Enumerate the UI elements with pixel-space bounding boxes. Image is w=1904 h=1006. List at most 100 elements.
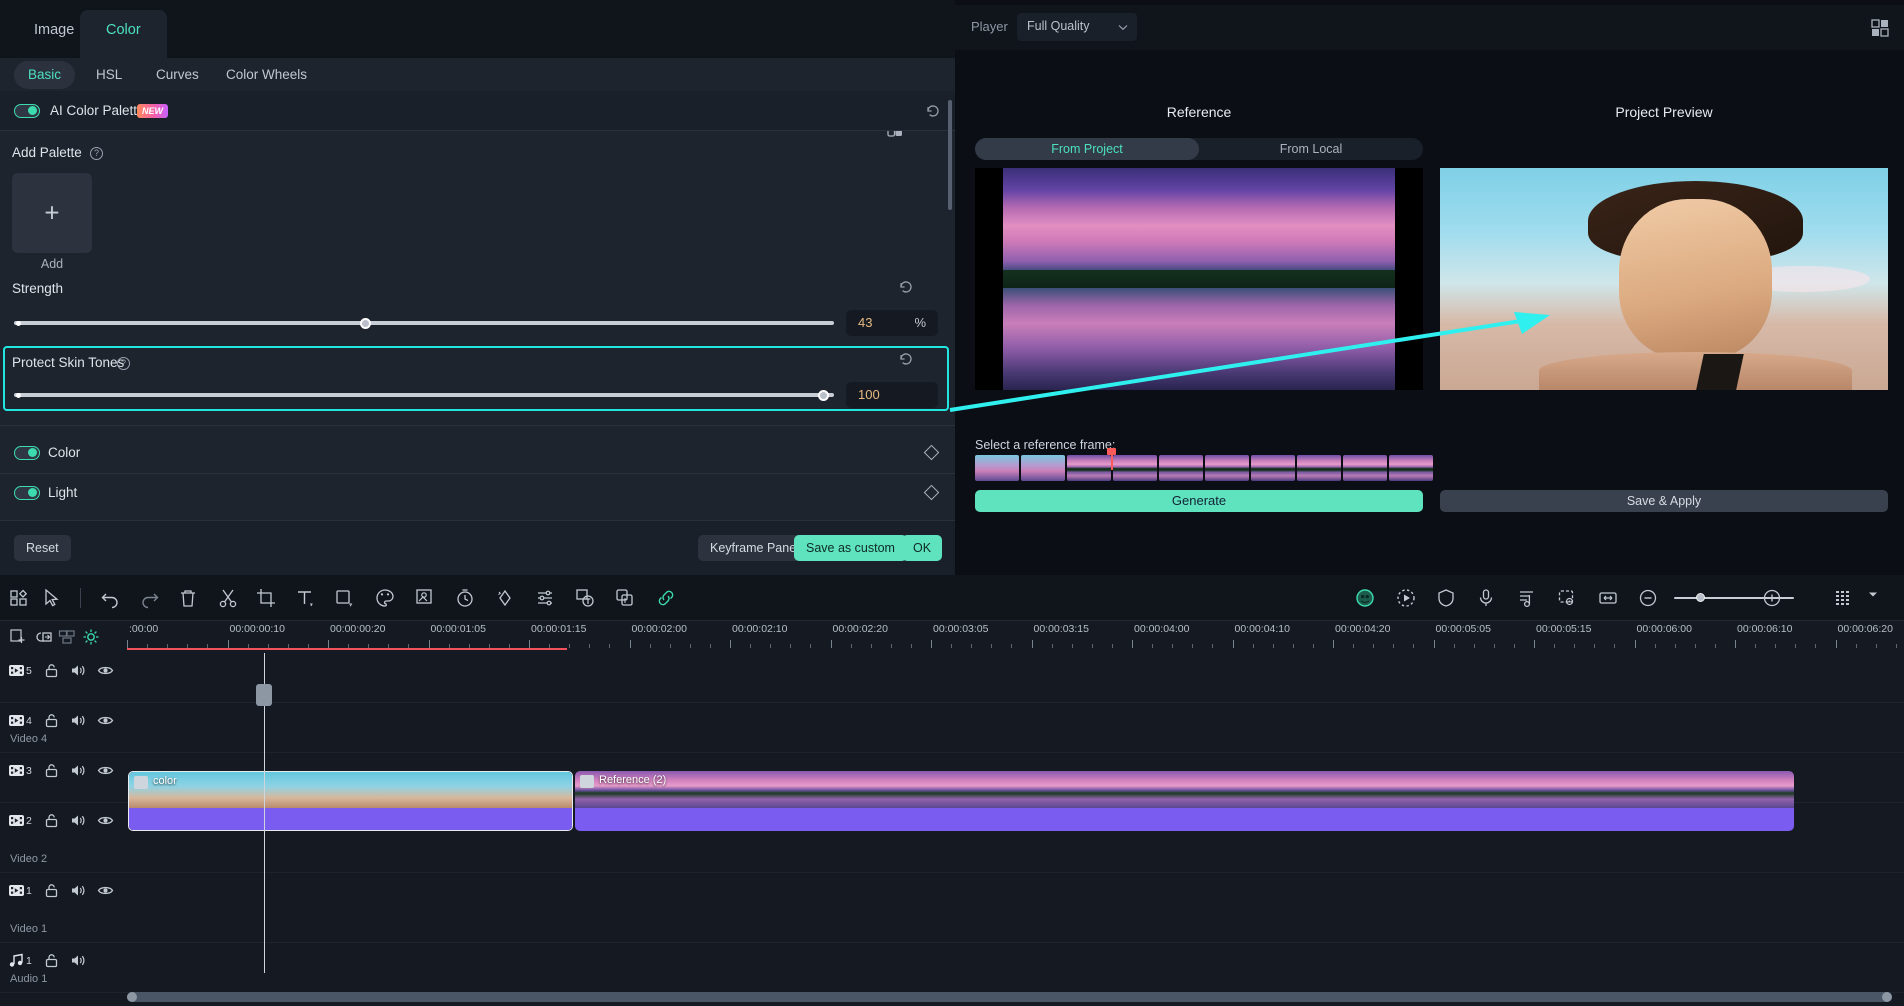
filmstrip-frame[interactable] — [1251, 455, 1295, 481]
filmstrip-frame[interactable] — [1159, 455, 1203, 481]
light-section-toggle[interactable] — [14, 486, 40, 500]
filmstrip-frame[interactable] — [1343, 455, 1387, 481]
timeline-playhead-handle[interactable] — [256, 684, 272, 706]
timeline-zoom-knob[interactable] — [1696, 593, 1705, 602]
track-lane[interactable] — [127, 943, 1904, 993]
track-header[interactable]: 5 — [0, 653, 127, 703]
zoom-out-icon[interactable] — [1637, 587, 1659, 609]
zoom-in-icon[interactable] — [1761, 587, 1783, 609]
filmstrip-frame[interactable] — [1389, 455, 1433, 481]
speaker-icon[interactable] — [70, 953, 87, 968]
save-and-apply-button[interactable]: Save & Apply — [1440, 490, 1888, 512]
keyframe-icon[interactable] — [494, 587, 516, 609]
tab-color[interactable]: Color — [80, 10, 167, 58]
section-light[interactable]: Light — [0, 473, 955, 513]
speaker-icon[interactable] — [70, 883, 87, 898]
strength-value-box[interactable]: 43 % — [846, 310, 938, 336]
timeline-hscrollbar[interactable] — [127, 992, 1892, 1002]
timeline-clip-color[interactable]: color — [128, 771, 573, 831]
light-keyframe-diamond-icon[interactable] — [923, 484, 940, 501]
ok-button[interactable]: OK — [902, 535, 943, 561]
color-keyframe-diamond-icon[interactable] — [923, 444, 940, 461]
project-preview-frame[interactable] — [1440, 168, 1888, 390]
audio-mixer-icon[interactable] — [534, 587, 556, 609]
quality-select[interactable]: Full Quality — [1017, 13, 1137, 41]
auto-keyframe-icon[interactable] — [82, 628, 100, 646]
protect-skin-tones-slider-track[interactable] — [14, 393, 834, 397]
protect-skin-tones-help-icon[interactable]: ? — [117, 357, 130, 370]
eye-icon[interactable] — [97, 713, 114, 728]
beat-detect-icon[interactable] — [1516, 587, 1538, 609]
eye-icon[interactable] — [97, 763, 114, 778]
track-header[interactable]: 4 Video 4 — [0, 703, 127, 753]
marker-list-icon[interactable] — [1832, 587, 1854, 609]
filmstrip-frame[interactable] — [1297, 455, 1341, 481]
speaker-icon[interactable] — [70, 763, 87, 778]
track-header[interactable]: 3 — [0, 753, 127, 803]
track-header[interactable]: 1 Audio 1 — [0, 943, 127, 993]
speed-icon[interactable] — [454, 587, 476, 609]
fit-timeline-icon[interactable] — [1597, 587, 1619, 609]
generate-button[interactable]: Generate — [975, 490, 1423, 512]
timeline-ruler[interactable]: :00:00 00:00:00:10 00:00:00:20 00:00:01:05 0… — [127, 621, 1904, 653]
text-icon[interactable] — [294, 587, 316, 609]
section-color[interactable]: Color — [0, 433, 955, 473]
ai-palette-reset-icon[interactable] — [925, 103, 941, 119]
color-palette-icon[interactable] — [374, 587, 396, 609]
track-lane[interactable] — [127, 653, 1904, 703]
speaker-icon[interactable] — [70, 713, 87, 728]
reset-button[interactable]: Reset — [14, 535, 71, 561]
unlock-icon[interactable] — [44, 883, 61, 898]
motion-tracking-icon[interactable] — [1395, 587, 1417, 609]
mask-icon[interactable] — [414, 587, 436, 609]
shape-icon[interactable] — [333, 587, 355, 609]
track-header[interactable]: 2 Video 2 — [0, 803, 127, 873]
subtab-color-wheels[interactable]: Color Wheels — [212, 61, 321, 89]
unlock-icon[interactable] — [44, 953, 61, 968]
sticker-icon[interactable] — [614, 587, 636, 609]
track-lane[interactable] — [127, 703, 1904, 753]
delete-icon[interactable] — [177, 587, 199, 609]
subtab-basic[interactable]: Basic — [14, 61, 76, 89]
strength-slider-knob[interactable] — [360, 317, 371, 329]
group-icon[interactable] — [58, 628, 76, 646]
unlock-icon[interactable] — [44, 663, 61, 678]
media-library-icon[interactable] — [8, 587, 30, 609]
layout-grid-icon[interactable] — [1870, 18, 1890, 38]
green-screen-icon[interactable] — [1556, 587, 1578, 609]
filmstrip-frame[interactable] — [975, 455, 1019, 481]
split-scissors-icon[interactable] — [217, 587, 239, 609]
speaker-icon[interactable] — [70, 663, 87, 678]
speaker-icon[interactable] — [70, 813, 87, 828]
strength-reset-icon[interactable] — [898, 279, 914, 295]
ai-color-palette-toggle[interactable] — [14, 104, 40, 118]
eye-icon[interactable] — [97, 663, 114, 678]
auto-caption-icon[interactable] — [574, 587, 596, 609]
filmstrip-frame[interactable] — [1067, 455, 1111, 481]
marker-caret-icon[interactable] — [1866, 587, 1888, 609]
subtab-curves[interactable]: Curves — [142, 61, 213, 89]
link-clip-icon[interactable] — [33, 628, 52, 646]
save-as-custom-button[interactable]: Save as custom — [794, 535, 907, 561]
add-track-icon[interactable] — [9, 628, 27, 646]
timeline-clip-reference[interactable]: Reference (2) — [575, 771, 1794, 831]
unlock-icon[interactable] — [44, 763, 61, 778]
add-palette-tile[interactable]: + — [12, 173, 92, 253]
protect-skin-tones-slider-knob[interactable] — [818, 389, 829, 401]
strength-slider-track[interactable] — [14, 321, 834, 325]
track-header[interactable]: 1 Video 1 — [0, 873, 127, 943]
color-section-toggle[interactable] — [14, 446, 40, 460]
undo-icon[interactable] — [99, 587, 121, 609]
filmstrip-frame[interactable] — [1113, 455, 1157, 481]
filmstrip-playhead[interactable] — [1107, 448, 1116, 470]
filmstrip-frame[interactable] — [1021, 455, 1065, 481]
crop-icon[interactable] — [255, 587, 277, 609]
ai-assistant-icon[interactable] — [1354, 587, 1376, 609]
redo-icon[interactable] — [139, 587, 161, 609]
eye-icon[interactable] — [97, 813, 114, 828]
unlock-icon[interactable] — [44, 713, 61, 728]
segment-from-project[interactable]: From Project — [975, 138, 1199, 160]
subtab-hsl[interactable]: HSL — [82, 61, 136, 89]
eye-icon[interactable] — [97, 883, 114, 898]
protect-skin-tones-value-box[interactable]: 100 — [846, 382, 938, 408]
